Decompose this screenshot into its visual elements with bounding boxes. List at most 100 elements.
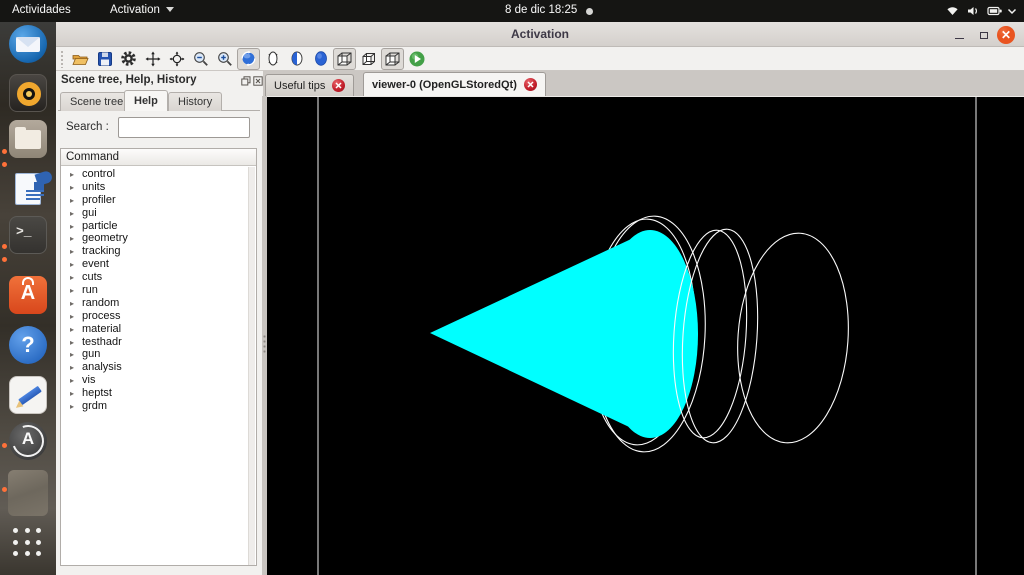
projection-button-3[interactable]	[381, 47, 404, 70]
maximize-button[interactable]	[975, 26, 993, 44]
expand-arrow-icon[interactable]: ▸	[70, 285, 77, 298]
expand-arrow-icon[interactable]: ▸	[70, 169, 77, 182]
tree-item[interactable]: ▸ profiler	[61, 194, 256, 207]
panel-close-button[interactable]	[252, 75, 263, 86]
clock[interactable]: 8 de dic 18:25	[505, 4, 577, 16]
help-glyph: ?	[9, 326, 47, 364]
tree-item[interactable]: ▸ event	[61, 258, 256, 271]
open-file-button[interactable]	[69, 48, 92, 70]
battery-icon[interactable]	[987, 4, 1003, 18]
wifi-icon[interactable]	[945, 4, 960, 18]
tab-useful-tips[interactable]: Useful tips	[265, 74, 355, 96]
wireframe-style-button[interactable]	[261, 48, 284, 70]
app-menu-label: Activation	[110, 4, 160, 16]
expand-arrow-icon[interactable]: ▸	[70, 311, 77, 324]
search-row: Search :	[56, 117, 262, 139]
command-tree-list: ▸ control ▸ units ▸ profiler ▸ gui ▸ particle…	[61, 166, 256, 413]
tree-item[interactable]: ▸ grdm	[61, 400, 256, 413]
tree-item[interactable]: ▸ control	[61, 168, 256, 181]
tree-item[interactable]: ▸ heptst	[61, 387, 256, 400]
gnome-top-bar: Actividades Activation 8 de dic 18:25	[0, 0, 1024, 22]
tab-close-button[interactable]	[332, 79, 346, 92]
zoom-in-button[interactable]	[213, 48, 236, 70]
close-button[interactable]: ✕	[997, 26, 1015, 44]
center-pick-button[interactable]	[165, 48, 188, 70]
thunderbird-icon[interactable]	[9, 25, 47, 63]
activities-button[interactable]: Actividades	[12, 4, 71, 16]
cylinder-solid-icon	[314, 51, 327, 66]
tree-item[interactable]: ▸ geometry	[61, 232, 256, 245]
tree-item[interactable]: ▸ vis	[61, 374, 256, 387]
cube-wireframe-icon	[337, 52, 352, 65]
rhythmbox-icon[interactable]	[9, 74, 47, 112]
undock-button[interactable]	[240, 75, 251, 86]
tab-help[interactable]: Help	[124, 90, 168, 111]
projection-button-2[interactable]	[357, 48, 380, 70]
search-input[interactable]	[118, 117, 250, 138]
cylinder-wireframe-icon	[268, 51, 277, 66]
opengl-viewport[interactable]	[267, 96, 1024, 575]
help-icon[interactable]: ?	[9, 326, 47, 364]
rotate-sphere-icon	[241, 50, 256, 67]
move-button[interactable]	[141, 48, 164, 70]
projection-button-1[interactable]	[333, 47, 356, 70]
tree-item[interactable]: ▸ process	[61, 310, 256, 323]
tab-scene-tree[interactable]: Scene tree	[60, 92, 134, 111]
ubuntu-software-icon[interactable]: A	[9, 276, 47, 314]
tab-close-button[interactable]	[523, 78, 537, 91]
running-indicator	[2, 162, 7, 167]
tab-viewer-0[interactable]: viewer-0 (OpenGLStoredQt)	[363, 72, 546, 96]
tree-item[interactable]: ▸ analysis	[61, 361, 256, 374]
minimize-button[interactable]	[950, 26, 968, 44]
save-button[interactable]	[93, 48, 116, 70]
tree-item[interactable]: ▸ run	[61, 284, 256, 297]
rotate-button[interactable]	[237, 47, 260, 70]
screenshot-thumbnail[interactable]	[8, 470, 48, 516]
maximize-icon	[980, 31, 988, 39]
show-applications-icon[interactable]	[13, 528, 43, 558]
expand-arrow-icon[interactable]: ▸	[70, 182, 77, 195]
volume-icon[interactable]	[966, 4, 981, 18]
settings-button[interactable]	[117, 48, 140, 70]
activation-app-icon[interactable]: A	[6, 419, 50, 463]
tree-item[interactable]: ▸ testhadr	[61, 336, 256, 349]
chevron-down-icon[interactable]	[1006, 4, 1018, 18]
crosshair-icon	[169, 51, 184, 66]
titlebar[interactable]: Activation ✕	[56, 22, 1024, 47]
expand-arrow-icon[interactable]: ▸	[70, 195, 77, 208]
expand-arrow-icon[interactable]: ▸	[70, 208, 77, 221]
expand-arrow-icon[interactable]: ▸	[70, 298, 77, 311]
libreoffice-writer-icon[interactable]	[9, 169, 54, 208]
running-indicator	[2, 443, 7, 448]
tab-history[interactable]: History	[168, 92, 223, 111]
chevron-down-icon	[165, 7, 174, 13]
tree-item[interactable]: ▸ gui	[61, 207, 256, 220]
expand-arrow-icon[interactable]: ▸	[70, 324, 77, 337]
command-tree-header[interactable]: Command	[61, 149, 256, 166]
toolbar-drag-handle[interactable]	[60, 49, 65, 68]
app-menu-button[interactable]: Activation	[110, 4, 174, 16]
tree-item[interactable]: ▸ gun	[61, 348, 256, 361]
tree-item[interactable]: ▸ material	[61, 323, 256, 336]
tree-item[interactable]: ▸ units	[61, 181, 256, 194]
terminal-icon[interactable]: >_	[9, 216, 47, 254]
expand-arrow-icon[interactable]: ▸	[70, 401, 77, 414]
scrollbar[interactable]	[248, 167, 255, 565]
tree-item[interactable]: ▸ cuts	[61, 271, 256, 284]
files-icon[interactable]	[9, 120, 47, 158]
running-indicator	[2, 149, 7, 154]
screen: Actividades Activation 8 de dic 18:25 >_…	[0, 0, 1024, 575]
zoom-out-button[interactable]	[189, 48, 212, 70]
text-editor-icon[interactable]	[9, 376, 47, 414]
solid-style-button[interactable]	[309, 48, 332, 70]
folder-open-icon	[72, 54, 89, 65]
tab-label: Useful tips	[274, 79, 326, 92]
tree-item[interactable]: ▸ random	[61, 297, 256, 310]
panel-title: Scene tree, Help, History	[61, 74, 197, 86]
tree-item[interactable]: ▸ particle	[61, 220, 256, 233]
tree-item[interactable]: ▸ tracking	[61, 245, 256, 258]
hidden-line-style-button[interactable]	[285, 48, 308, 70]
minimize-icon	[954, 37, 964, 40]
move-arrows-icon	[145, 51, 160, 66]
run-beam-button[interactable]	[405, 48, 428, 70]
